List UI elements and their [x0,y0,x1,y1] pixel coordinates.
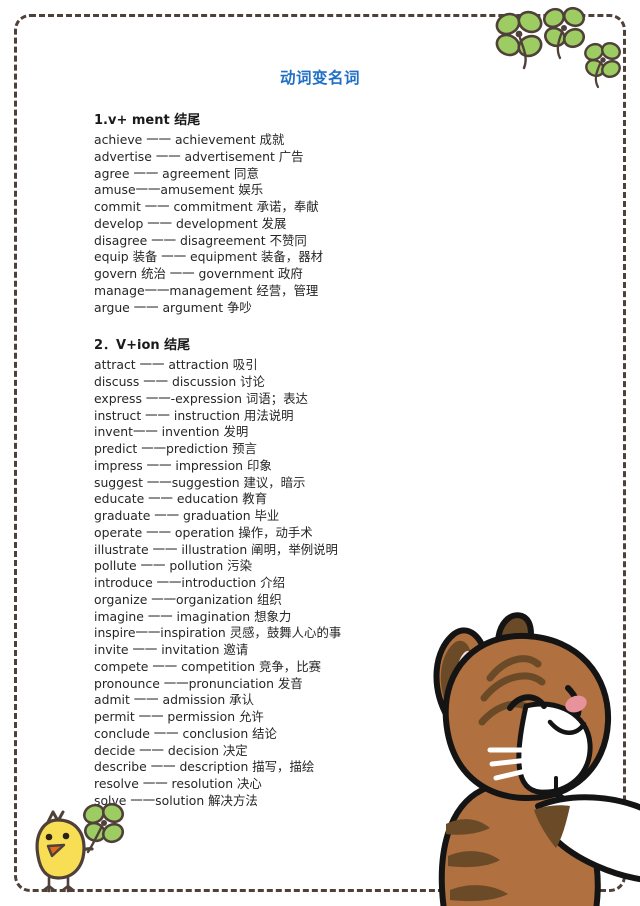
word-entry: discuss 一一 discussion 讨论 [94,374,265,389]
word-entry: impress 一一 impression 印象 [94,457,272,473]
clover-icon-small [584,41,621,89]
word-entry: instruct 一一 instruction 用法说明 [94,407,294,423]
word-entry: illustrate 一一 illustration 阐明，举例说明 [94,541,338,557]
clover-cluster-decoration [495,6,621,89]
word-entry: develop 一一 development 发展 [94,215,287,231]
chick-held-clover-icon [83,802,125,854]
word-entry: operate 一一 operation 操作，动手术 [94,524,313,540]
word-entry: amuse一一amusement 娱乐 [94,182,264,198]
word-entry: predict 一一prediction 预言 [94,441,257,456]
chick-eye-left [45,833,53,841]
word-entry: invent一一 invention 发明 [94,424,249,440]
word-entry: equip 装备 一一 equipment 装备，器材 [94,249,323,265]
section-heading-ment: 1.v+ ment 结尾 [94,113,201,128]
word-entry: introduce 一一introduction 介绍 [94,575,285,590]
word-entry: graduate 一一 graduation 毕业 [94,508,280,523]
clover-icon-large [495,10,543,70]
section-heading-ion: 2．V+ion 结尾 [94,338,191,354]
page-canvas: 动词变名词 1.v+ ment 结尾 achieve 一一 achievemen… [0,0,640,906]
word-entry: organize 一一organization 组织 [94,591,282,607]
word-entry: pollute 一一 pollution 污染 [94,558,252,574]
word-entry: govern 统治 一一 government 政府 [94,266,303,281]
word-entry: disagree 一一 disagreement 不赞同 [94,232,307,248]
word-entry: argue 一一 argument 争吵 [94,299,252,315]
word-entry: suggest 一一suggestion 建议，暗示 [94,474,306,490]
word-entry: manage一一management 经营，管理 [94,282,319,298]
word-entry: agree 一一 agreement 同意 [94,165,259,181]
word-entry: express 一一-expression 词语；表达 [94,390,308,406]
word-entry: attract 一一 attraction 吸引 [94,357,258,373]
word-entry: advertise 一一 advertisement 广告 [94,148,304,164]
cat-illustration [433,612,640,906]
chick-feet [42,876,75,893]
chick-decoration [35,802,125,893]
section-entries-ment: achieve 一一 achievement 成就 advertise 一一 a… [94,132,534,316]
clover-icon-medium [543,6,586,60]
chick-eye-right [62,832,70,840]
word-entry: educate 一一 education 教育 [94,491,268,507]
word-entry: achieve 一一 achievement 成就 [94,132,285,147]
word-entry: commit 一一 commitment 承诺，奉献 [94,199,319,214]
